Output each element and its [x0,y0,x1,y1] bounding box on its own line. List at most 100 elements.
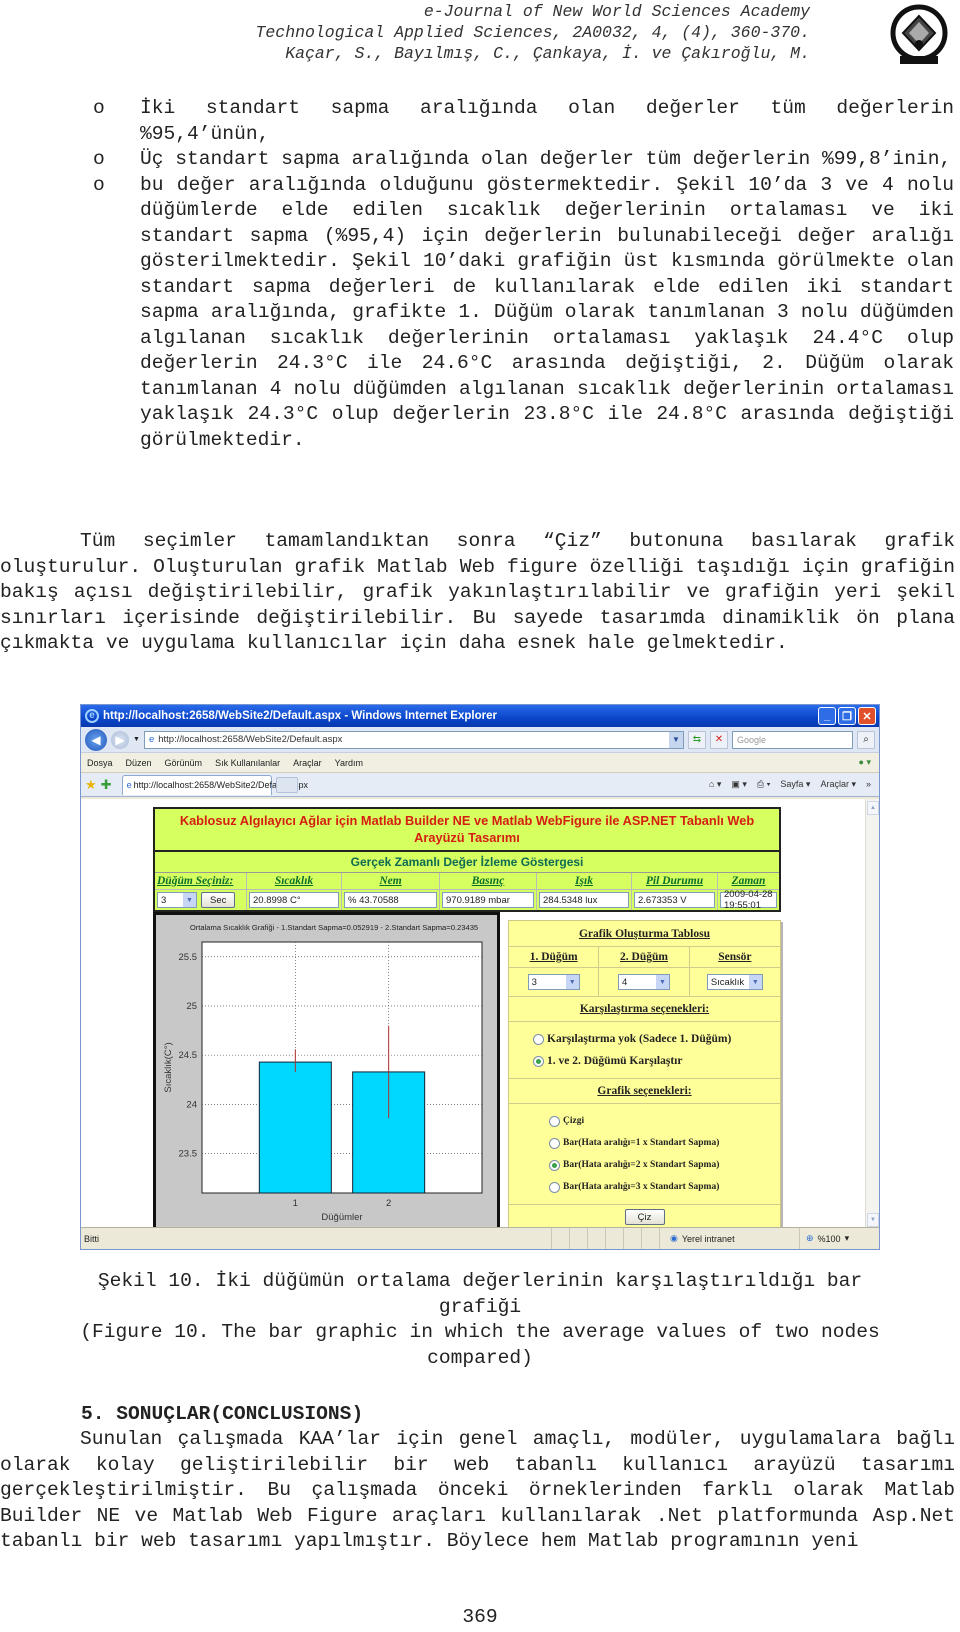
page-number: 369 [462,1606,498,1628]
compare-title: Karşılaştırma seçenekleri: [509,997,780,1022]
col-humidity: Nem [342,873,440,890]
time-field[interactable]: 2009-04-28 19:55:01 [720,889,777,911]
address-dropdown-icon[interactable]: ▼ [668,731,683,748]
window-titlebar: e http://localhost:2658/WebSite2/Default… [81,705,879,727]
vertical-scrollbar[interactable]: ▲ ▼ [865,799,879,1229]
monitor-title: Gerçek Zamanlı Değer İzleme Göstergesi [155,852,779,873]
light-field[interactable]: 284.5348 lux [539,892,629,908]
bar-1sd-radio[interactable]: Bar(Hata aralığı=1 x Standart Sapma) [549,1132,780,1154]
y-tick-label: 23.5 [179,1149,198,1160]
chevron-down-icon: ▼ [655,975,669,989]
zoom-level: %100 [817,1233,841,1244]
node-select-value: 3 [161,894,167,906]
node1-header: 1. Düğüm [509,947,600,968]
refresh-icon[interactable]: ⇆ [687,730,706,749]
battery-field[interactable]: 2.673353 V [634,892,715,908]
academy-logo-icon [890,4,948,64]
maximize-button[interactable]: ❐ [838,707,856,725]
node-select-dropdown[interactable]: 3 ▼ [157,892,197,908]
zoom-control[interactable]: ⊕ %100 ▾ [799,1228,879,1249]
search-input[interactable]: Google [731,730,853,749]
sensor-dropdown[interactable]: Sıcaklık ▼ [706,974,763,990]
menu-help[interactable]: Yardım [335,758,363,768]
tools-menu[interactable]: Araçlar ▾ [820,779,856,790]
menu-edit[interactable]: Düzen [126,758,152,768]
caption-en-line2: compared) [427,1346,533,1369]
home-icon[interactable]: ⌂ ▾ [709,779,721,790]
list-item: o Üç standart sapma aralığında olan değe… [0,147,960,173]
new-tab-button[interactable] [275,776,298,793]
temperature-chart[interactable]: Ortalama Sıcaklık Grafiği - 1.Standart S… [153,912,500,1244]
humidity-field[interactable]: % 43.70588 [344,892,437,908]
line-radio[interactable]: Çizgi [549,1110,780,1132]
menu-file[interactable]: Dosya [87,758,113,768]
tab-bar: ★ ✚ e http://localhost:2658/WebSite2/Def… [81,773,879,797]
page-content: Kablosuz Algılayıcı Ağlar için Matlab Bu… [81,799,867,1244]
compare-both-radio[interactable]: 1. ve 2. Düğümü Karşılaştır [533,1050,780,1072]
chevron-down-icon: ▾ [844,1233,850,1243]
tab-page-icon: e [126,780,132,790]
address-input[interactable]: e http://localhost:2658/WebSite2/Default… [143,730,684,749]
print-icon[interactable]: ⎙ ▾ [757,779,770,790]
y-axis-label: Sıcaklık(C°) [163,1042,174,1092]
status-bar: Bitti ◉ Yerel intranet ⊕ %100 ▾ [81,1227,879,1249]
security-zone[interactable]: ◉ Yerel intranet [659,1228,799,1249]
y-tick-label: 25 [186,1001,197,1012]
plot-area [201,941,483,1194]
node2-header: 2. Düğüm [599,947,690,968]
journal-authors: Kaçar, S., Bayılmış, C., Çankaya, İ. ve … [285,44,810,63]
forward-button[interactable]: ▶ [111,730,129,749]
minimize-button[interactable]: _ [818,707,836,725]
chevron-down-icon: ▼ [183,893,196,907]
feeds-icon[interactable]: ▣ ▾ [731,779,747,790]
figure-caption: Şekil 10. İki düğümün ortalama değerleri… [0,1269,960,1371]
menu-tools[interactable]: Araçlar [293,758,322,768]
browser-tab[interactable]: e http://localhost:2658/WebSite2/Default… [121,774,308,795]
pressure-field[interactable]: 970.9189 mbar [442,892,534,908]
bullet-text: İki standart sapma aralığında olan değer… [140,97,954,145]
ie-logo-icon: e [85,709,99,723]
chevron-more-icon[interactable]: » [866,779,871,790]
zoom-icon: ⊕ [806,1233,814,1243]
scroll-up-icon[interactable]: ▲ [867,801,879,815]
select-button[interactable]: Sec [201,892,236,908]
page-menu[interactable]: Sayfa ▾ [780,779,810,790]
col-battery: Pil Durumu [632,873,718,890]
bullet-marker: o [93,148,105,170]
favorites-star-icon[interactable]: ★ [85,777,97,793]
node2-value: 4 [621,976,628,988]
back-button[interactable]: ◀ [85,728,107,751]
chevron-down-icon: ▼ [748,975,762,989]
col-pressure: Basınç [440,873,537,890]
col-light: Işık [537,873,632,890]
journal-citation: Technological Applied Sciences, 2A0032, … [255,23,811,42]
sensor-header: Sensör [689,947,780,968]
zone-label: Yerel intranet [681,1233,735,1244]
bullet-text: Üç standart sapma aralığında olan değerl… [140,148,952,170]
radio-label: 1. ve 2. Düğümü Karşılaştır [547,1055,683,1067]
bar-2sd-radio[interactable]: Bar(Hata aralığı=2 x Standart Sapma) [549,1154,780,1176]
window-title: http://localhost:2658/WebSite2/Default.a… [103,710,497,722]
stop-icon[interactable]: ✕ [709,730,728,749]
node1-dropdown[interactable]: 3 ▼ [527,974,580,990]
body-paragraph: Tüm seçimler tamamlandıktan sonra “Çiz” … [0,530,955,654]
browser-screenshot: e http://localhost:2658/WebSite2/Default… [80,704,880,1250]
messenger-icon[interactable]: ● ▾ [859,757,879,768]
caption-tr-line2: grafiği [438,1295,522,1318]
compare-none-radio[interactable]: Karşılaştırma yok (Sadece 1. Düğüm) [533,1028,780,1050]
temperature-field[interactable]: 20.8998 C° [249,892,339,908]
radio-label: Bar(Hata aralığı=1 x Standart Sapma) [563,1138,720,1148]
scroll-down-icon[interactable]: ▼ [867,1213,879,1227]
add-favorite-icon[interactable]: ✚ [101,777,112,793]
node2-dropdown[interactable]: 4 ▼ [617,974,670,990]
search-icon[interactable]: ⌕ [857,730,875,749]
menu-favorites[interactable]: Sık Kullanılanlar [215,758,280,768]
draw-button[interactable]: Çiz [624,1209,665,1225]
radio-label: Çizgi [563,1116,585,1126]
menu-view[interactable]: Görünüm [165,758,203,768]
close-button[interactable]: ✕ [858,707,876,725]
history-dropdown-icon[interactable]: ▼ [133,736,140,743]
radio-label: Bar(Hata aralığı=2 x Standart Sapma) [563,1160,720,1170]
bar-3sd-radio[interactable]: Bar(Hata aralığı=3 x Standart Sapma) [549,1176,780,1198]
journal-name: e-Journal of New World Sciences Academy [423,2,810,21]
